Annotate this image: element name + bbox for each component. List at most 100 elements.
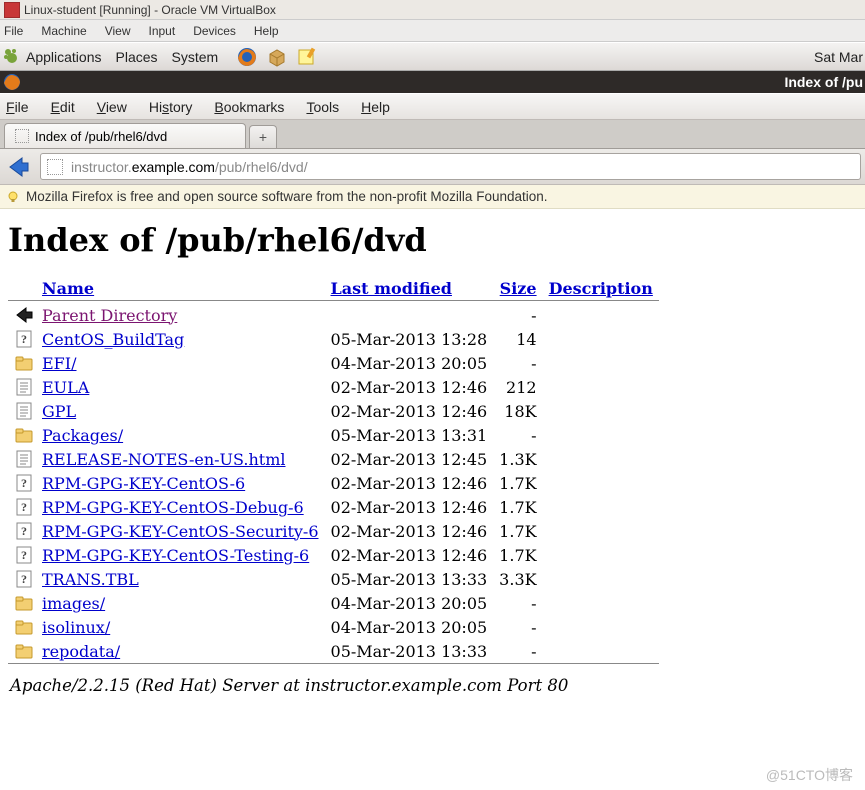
vbox-menu-input[interactable]: Input [149,24,176,38]
table-row: isolinux/04-Mar-2013 20:05- [8,615,659,639]
file-modified: 04-Mar-2013 20:05 [325,591,494,615]
table-row: EULA02-Mar-2013 12:46212 [8,375,659,399]
vbox-menu-file[interactable]: File [4,24,23,38]
file-description [543,495,659,519]
file-link[interactable]: RPM-GPG-KEY-CentOS-Debug-6 [42,498,304,517]
firefox-launcher-icon[interactable] [236,46,258,68]
file-link[interactable]: EFI/ [42,354,77,373]
folder-icon [8,639,36,664]
file-modified: 02-Mar-2013 12:46 [325,519,494,543]
gnome-foot-icon [2,48,22,66]
file-modified: 05-Mar-2013 13:33 [325,567,494,591]
folder-icon [8,351,36,375]
unknown-icon [8,543,36,567]
file-size: 18K [493,399,542,423]
file-modified: 02-Mar-2013 12:45 [325,447,494,471]
url-bar[interactable]: instructor.example.com/pub/rhel6/dvd/ [40,153,861,180]
url-path: /pub/rhel6/dvd/ [215,159,308,175]
ff-menu-bookmarks[interactable]: Bookmarks [214,99,284,115]
back-icon [8,303,36,327]
col-name[interactable]: Name [42,279,94,298]
file-link[interactable]: EULA [42,378,89,397]
file-modified: 02-Mar-2013 12:46 [325,399,494,423]
file-size: - [493,639,542,664]
file-link[interactable]: CentOS_BuildTag [42,330,184,349]
tab-current[interactable]: Index of /pub/rhel6/dvd [4,123,246,148]
file-link[interactable]: GPL [42,402,76,421]
file-link[interactable]: RPM-GPG-KEY-CentOS-Testing-6 [42,546,309,565]
file-link[interactable]: images/ [42,594,105,613]
file-size: 1.7K [493,543,542,567]
file-link[interactable]: repodata/ [42,642,120,661]
file-modified: 04-Mar-2013 20:05 [325,351,494,375]
file-link[interactable]: Packages/ [42,426,123,445]
unknown-icon [8,471,36,495]
vbox-menu-help[interactable]: Help [254,24,279,38]
tab-title: Index of /pub/rhel6/dvd [35,129,167,144]
file-size: - [493,591,542,615]
file-modified: 02-Mar-2013 12:46 [325,543,494,567]
firefox-window-title: Index of /pu [22,74,865,90]
file-link[interactable]: Parent Directory [42,306,177,325]
file-size: - [493,351,542,375]
watermark: @51CTO博客 [766,765,853,785]
table-row: Packages/05-Mar-2013 13:31- [8,423,659,447]
firefox-tabstrip: Index of /pub/rhel6/dvd + [0,120,865,149]
gnome-menu-system[interactable]: System [172,49,219,65]
vbox-menu-machine[interactable]: Machine [41,24,86,38]
table-row: Parent Directory- [8,303,659,327]
file-link[interactable]: RPM-GPG-KEY-CentOS-Security-6 [42,522,319,541]
file-link[interactable]: RPM-GPG-KEY-CentOS-6 [42,474,245,493]
ff-menu-help[interactable]: Help [361,99,390,115]
file-modified: 05-Mar-2013 13:31 [325,423,494,447]
file-description [543,519,659,543]
unknown-icon [8,327,36,351]
firefox-info-bar: Mozilla Firefox is free and open source … [0,185,865,209]
file-description [543,423,659,447]
package-launcher-icon[interactable] [266,46,288,68]
table-row: TRANS.TBL05-Mar-2013 13:333.3K [8,567,659,591]
vbox-menu-view[interactable]: View [105,24,131,38]
vbox-menu-devices[interactable]: Devices [193,24,236,38]
notes-launcher-icon[interactable] [296,46,318,68]
virtualbox-icon [4,2,20,18]
file-size: - [493,423,542,447]
file-description [543,567,659,591]
col-desc[interactable]: Description [549,279,653,298]
table-row: RELEASE-NOTES-en-US.html 02-Mar-2013 12:4… [8,447,659,471]
back-button[interactable] [4,154,30,180]
file-description [543,471,659,495]
table-row: EFI/04-Mar-2013 20:05- [8,351,659,375]
file-link[interactable]: RELEASE-NOTES-en-US.html [42,450,286,469]
gnome-menu-places[interactable]: Places [116,49,158,65]
ff-menu-history[interactable]: History [149,99,193,115]
gnome-clock[interactable]: Sat Mar [814,49,863,65]
table-row: GPL 02-Mar-2013 12:4618K [8,399,659,423]
file-description [543,303,659,327]
ff-menu-tools[interactable]: Tools [306,99,339,115]
file-link[interactable]: isolinux/ [42,618,110,637]
text-icon [8,447,36,471]
file-modified: 02-Mar-2013 12:46 [325,471,494,495]
col-modified[interactable]: Last modified [331,279,452,298]
folder-icon [8,423,36,447]
ff-menu-view[interactable]: View [97,99,127,115]
file-size: 14 [493,327,542,351]
file-link[interactable]: TRANS.TBL [42,570,139,589]
new-tab-button[interactable]: + [249,125,277,148]
virtualbox-titlebar: Linux-student [Running] - Oracle VM Virt… [0,0,865,20]
gnome-top-panel: Applications Places System Sat Mar [0,42,865,71]
plus-icon: + [259,129,267,145]
virtualbox-title-text: Linux-student [Running] - Oracle VM Virt… [24,3,276,17]
table-row: RPM-GPG-KEY-CentOS-Debug-602-Mar-2013 12… [8,495,659,519]
col-size[interactable]: Size [500,279,537,298]
gnome-menu-applications[interactable]: Applications [26,49,102,65]
page-content: Index of /pub/rhel6/dvd Name Last modifi… [0,209,865,715]
ff-menu-edit[interactable]: Edit [51,99,75,115]
unknown-icon [8,519,36,543]
file-size: 1.7K [493,519,542,543]
ff-menu-file[interactable]: File [6,99,29,115]
site-identity-icon[interactable] [47,159,63,175]
table-row: RPM-GPG-KEY-CentOS-602-Mar-2013 12:461.7… [8,471,659,495]
table-row: images/04-Mar-2013 20:05- [8,591,659,615]
